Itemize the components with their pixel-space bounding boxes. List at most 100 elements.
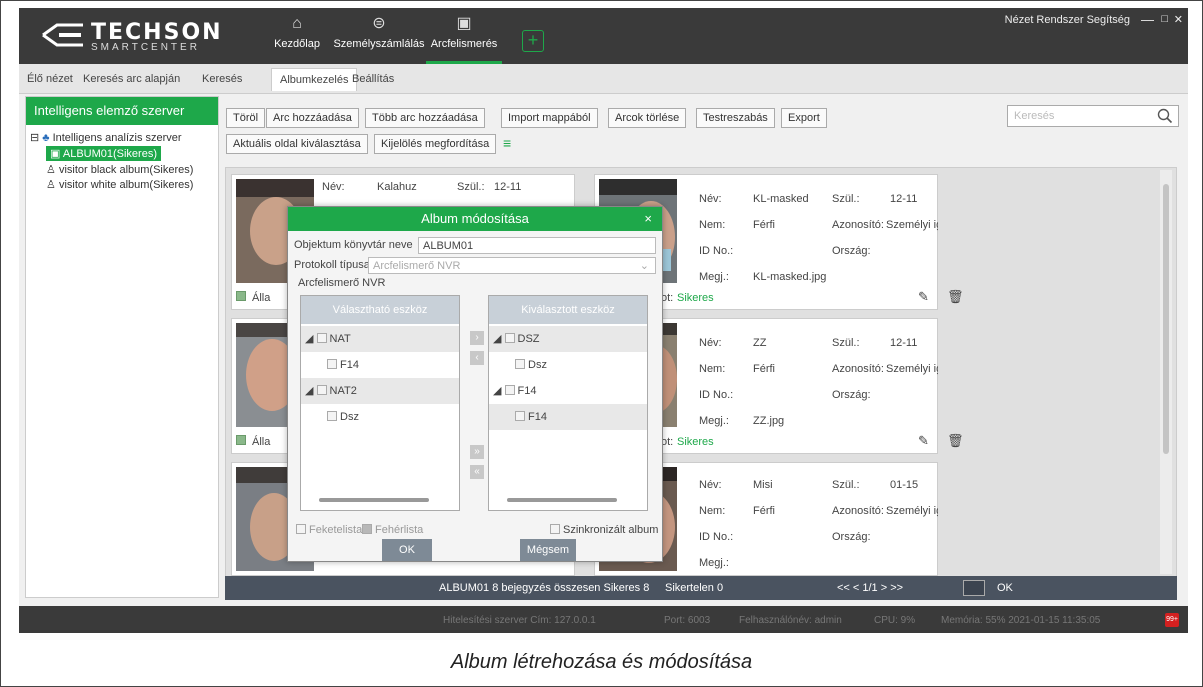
- device-row[interactable]: Dsz: [489, 352, 647, 378]
- page-input[interactable]: [963, 580, 985, 596]
- import-folder-button[interactable]: Import mappából: [501, 108, 598, 128]
- nav-home-label: Kezdőlap: [274, 38, 320, 50]
- delete-faces-button[interactable]: Arcok törlése: [608, 108, 687, 128]
- card-status-value: Sikeres: [677, 436, 714, 448]
- invert-selection-button[interactable]: Kijelölés megfordítása: [374, 134, 497, 154]
- edit-icon[interactable]: ✎: [918, 433, 929, 449]
- dialog-close-icon[interactable]: ×: [644, 207, 652, 231]
- card-birth-label: Szül.:: [457, 181, 485, 193]
- maximize-icon[interactable]: □: [1161, 13, 1168, 25]
- move-left-icon[interactable]: ‹: [470, 351, 484, 365]
- device-row[interactable]: Dsz: [301, 404, 459, 430]
- protocol-select[interactable]: Arcfelismerő NVR ⌄: [368, 257, 656, 274]
- status-bar: ALBUM01 8 bejegyzés összesen Sikeres 8 S…: [225, 576, 1177, 600]
- card-birth-label: Szül.:: [832, 337, 860, 349]
- minimize-icon[interactable]: —: [1141, 12, 1154, 27]
- person-icon: ♙: [46, 179, 56, 191]
- panel-hscrollbar[interactable]: [495, 496, 641, 504]
- tab-face-search[interactable]: Keresés arc alapján: [83, 73, 180, 85]
- cpu-info: CPU: 9%: [874, 615, 916, 626]
- trash-icon[interactable]: 🗑: [947, 433, 964, 449]
- delete-button[interactable]: Töröl: [226, 108, 266, 128]
- card-status-label: Álla: [252, 292, 271, 304]
- search-placeholder: Keresés: [1014, 110, 1055, 122]
- pager[interactable]: << < 1/1 > >>: [837, 582, 903, 594]
- failed-count: Sikertelen 0: [665, 582, 724, 594]
- device-label: NAT: [329, 333, 351, 345]
- export-button[interactable]: Export: [781, 108, 827, 128]
- footer-bar: Hitelesítési szerver Cím: 127.0.0.1 Port…: [19, 606, 1188, 633]
- nvr-section-label: Arcfelismerő NVR: [298, 277, 386, 289]
- nav-people-count-label: Személyszámlálás: [333, 38, 425, 50]
- tree-server[interactable]: ⊟ ♣ Intelligens analízis szerver: [30, 131, 182, 144]
- card-checkbox[interactable]: [236, 291, 249, 303]
- memory-datetime: Memória: 55% 2021-01-15 11:35:05: [941, 615, 1101, 626]
- close-icon[interactable]: ✕: [1174, 13, 1183, 26]
- notification-badge[interactable]: 99+: [1165, 613, 1179, 627]
- tab-settings[interactable]: Beállítás: [352, 73, 394, 85]
- tree-album-selected[interactable]: ▣ ALBUM01(Sikeres): [46, 146, 161, 161]
- library-name-input[interactable]: ALBUM01: [418, 237, 656, 254]
- nav-face-recognition[interactable]: ▣ Arcfelismerés: [426, 14, 502, 64]
- blacklist-label: Feketelista: [309, 524, 363, 536]
- album-summary: ALBUM01 8 bejegyzés összesen Sikeres 8: [439, 582, 650, 594]
- tree-album-black[interactable]: ♙ visitor black album(Sikeres): [46, 163, 193, 176]
- tab-search[interactable]: Keresés: [202, 73, 242, 85]
- card-name-label: Név:: [699, 337, 722, 349]
- ok-button[interactable]: OK: [382, 539, 432, 561]
- card-birth-value: 12-11: [890, 193, 918, 205]
- blacklist-checkbox[interactable]: Feketelista: [296, 524, 362, 536]
- search-icon[interactable]: [1157, 108, 1173, 124]
- card-idtype-label: Azonosító:: [832, 505, 884, 517]
- tab-album-management[interactable]: Albumkezelés: [271, 68, 358, 91]
- logo-subtext: SMARTCENTER: [91, 42, 200, 53]
- page-go-button[interactable]: OK: [997, 582, 1013, 594]
- trash-icon[interactable]: 🗑: [947, 289, 964, 305]
- nav-people-count[interactable]: ⊜ Személyszámlálás: [333, 14, 425, 64]
- card-country-label: Ország:: [832, 245, 871, 257]
- select-page-button[interactable]: Aktuális oldal kiválasztása: [226, 134, 368, 154]
- device-row[interactable]: F14: [489, 404, 647, 430]
- device-group-row[interactable]: ◢ NAT2: [301, 378, 459, 404]
- home-icon: ⌂: [292, 15, 302, 32]
- device-group-row[interactable]: ◢ NAT: [301, 326, 459, 352]
- people-count-icon: ⊜: [372, 15, 386, 32]
- tab-live-view[interactable]: Élő nézet: [27, 73, 73, 85]
- sidebar-title: Intelligens elemző szerver: [26, 97, 218, 125]
- move-right-icon[interactable]: ›: [470, 331, 484, 345]
- whitelist-checkbox[interactable]: Fehérlista: [362, 524, 423, 536]
- scrollbar-thumb[interactable]: [1163, 184, 1169, 454]
- add-multiple-faces-button[interactable]: Több arc hozzáadása: [365, 108, 485, 128]
- device-row[interactable]: F14: [301, 352, 459, 378]
- card-checkbox[interactable]: [236, 435, 249, 447]
- tree-album-white[interactable]: ♙ visitor white album(Sikeres): [46, 178, 193, 191]
- device-label: F14: [517, 385, 537, 397]
- nav-home[interactable]: ⌂ Kezdőlap: [272, 14, 322, 64]
- protocol-label: Protokoll típusa: [294, 259, 370, 271]
- tree-album-black-label: visitor black album(Sikeres): [58, 164, 194, 176]
- card-gender-label: Nem:: [699, 219, 726, 231]
- card-name-label: Név:: [699, 193, 722, 205]
- selected-devices-header: Kiválasztott eszköz: [489, 296, 647, 324]
- list-view-icon[interactable]: ≡: [503, 135, 511, 151]
- device-group-row[interactable]: ◢ DSZ: [489, 326, 647, 352]
- album-icon: ▣: [50, 148, 61, 160]
- device-group-row[interactable]: ◢ F14: [489, 378, 647, 404]
- customize-button[interactable]: Testreszabás: [696, 108, 775, 128]
- cancel-button[interactable]: Mégsem: [520, 539, 576, 561]
- grid-scrollbar[interactable]: [1160, 170, 1172, 574]
- panel-hscrollbar[interactable]: [307, 496, 453, 504]
- move-all-right-icon[interactable]: »: [470, 445, 484, 459]
- edit-icon[interactable]: ✎: [918, 289, 929, 305]
- move-all-left-icon[interactable]: «: [470, 465, 484, 479]
- add-face-button[interactable]: Arc hozzáadása: [266, 108, 359, 128]
- sync-album-checkbox[interactable]: Szinkronizált album: [550, 524, 658, 536]
- add-tab-button[interactable]: +: [522, 30, 544, 52]
- server-icon: ♣: [42, 132, 50, 144]
- device-label: F14: [528, 411, 547, 423]
- header-menu[interactable]: Nézet Rendszer Segítség: [1005, 14, 1130, 26]
- tree-album-white-label: visitor white album(Sikeres): [58, 179, 194, 191]
- available-devices-panel: Választható eszköz ◢ NAT F14 ◢ NAT2 Dsz: [300, 295, 460, 511]
- search-input[interactable]: Keresés: [1007, 105, 1179, 127]
- card-note-value: ZZ.jpg: [753, 415, 785, 427]
